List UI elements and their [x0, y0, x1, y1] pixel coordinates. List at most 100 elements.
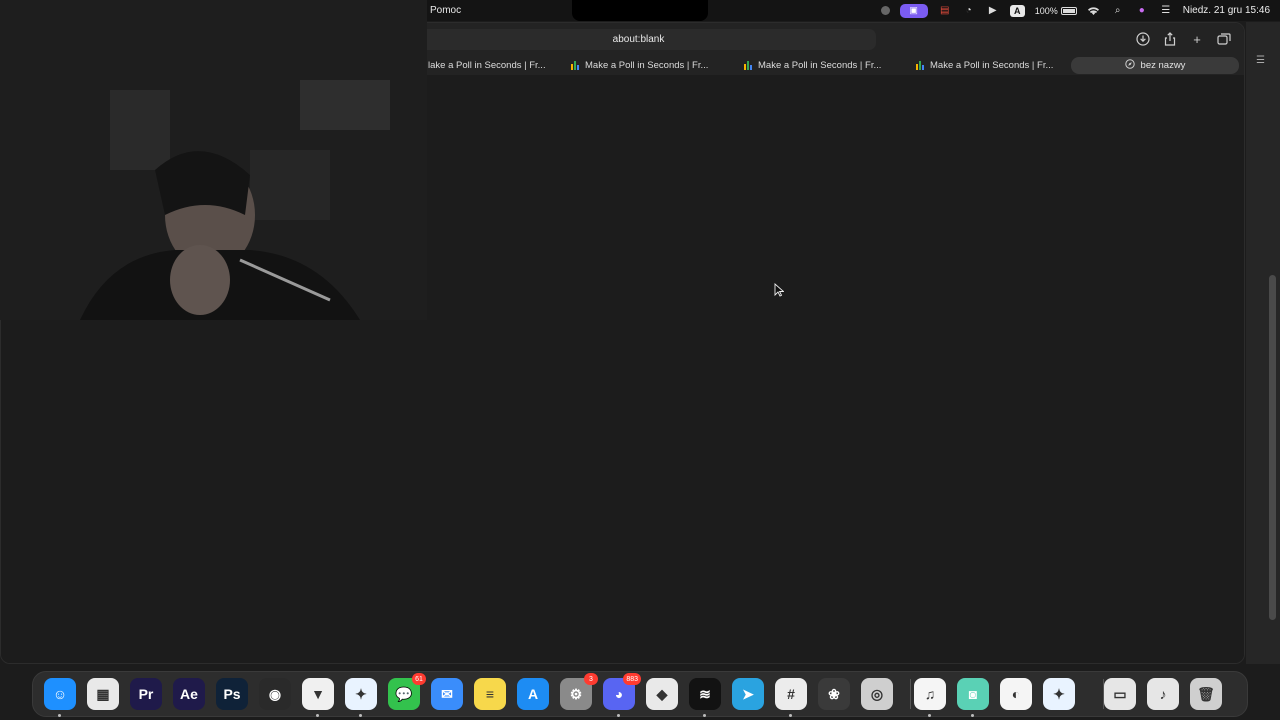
compass-icon: [1124, 59, 1135, 72]
tab-label: Make a Poll in Seconds | Fr...: [585, 60, 709, 71]
tab-poll-4[interactable]: Make a Poll in Seconds | Fr...: [916, 57, 1053, 74]
dock-app-launchpad-icon[interactable]: ▦: [87, 678, 119, 710]
dock-separator: [910, 679, 911, 709]
dock-app-glyph: ◕: [614, 686, 624, 702]
share-icon[interactable]: [1162, 31, 1178, 47]
dock-app-glyph: ◐: [1011, 686, 1021, 702]
dock-app-glyph: Ps: [223, 686, 241, 702]
new-tab-icon[interactable]: +: [1189, 31, 1205, 47]
dock-app-system-settings-icon[interactable]: ⚙ 3: [560, 673, 598, 710]
dock-app-finder-icon[interactable]: ☺: [44, 678, 76, 717]
dock-app-fl-studio-icon[interactable]: ❀: [818, 678, 850, 710]
scrollbar-thumb[interactable]: [1269, 275, 1276, 620]
tab-label: Make a Poll in Seconds | Fr...: [758, 60, 882, 71]
dock-app-after-effects-icon[interactable]: Ae: [173, 678, 205, 710]
dock-app-slack-icon[interactable]: #: [775, 678, 807, 717]
dock-app-safari-2-icon[interactable]: ✦: [1043, 678, 1075, 710]
dock-app-notes-icon[interactable]: ≡: [474, 678, 506, 710]
search-icon[interactable]: ⌕: [1111, 5, 1125, 17]
dock-app-documents-icon[interactable]: ▭: [1104, 678, 1136, 710]
address-text: about:blank: [612, 34, 665, 45]
dock-app-premiere-icon[interactable]: Pr: [130, 678, 162, 710]
dock-app-glyph: ➤: [742, 685, 754, 702]
dock-app-glyph: ♫: [924, 686, 936, 702]
notification-badge: 61: [412, 673, 426, 685]
menu-item-help[interactable]: Pomoc: [430, 5, 461, 16]
webcam-overlay: [0, 0, 427, 320]
dock-app-glyph: ♪: [1159, 686, 1167, 702]
wifi-icon[interactable]: [1087, 5, 1101, 17]
menu-lines-icon[interactable]: ☰: [1256, 55, 1265, 66]
dock-app-glyph: ◎: [870, 685, 884, 702]
dock-app-blender-icon[interactable]: ◉: [259, 678, 291, 710]
dock-app-quick-share-icon[interactable]: ◐: [1000, 678, 1032, 710]
screen-mirroring-icon[interactable]: ▣: [899, 3, 928, 18]
running-indicator: [703, 714, 706, 717]
dock-app-safari-icon[interactable]: ✦: [345, 678, 377, 717]
dock-app-telegram-icon[interactable]: ➤: [732, 678, 764, 710]
tab-label: Make a Poll in Seconds | Fr...: [930, 60, 1054, 71]
input-source-icon[interactable]: A: [1009, 4, 1025, 17]
siri-icon[interactable]: ●: [1135, 5, 1149, 17]
downloads-icon[interactable]: [1135, 31, 1151, 47]
dock-app-glyph: 🗑: [1197, 685, 1215, 702]
dock-app-glyph: ◆: [656, 685, 668, 702]
running-indicator: [789, 714, 792, 717]
camera-notch: [572, 0, 708, 21]
dock-app-discord-icon[interactable]: ◕ 883: [603, 673, 641, 717]
calendar-app-icon[interactable]: ▤: [938, 5, 952, 17]
tab-poll-2[interactable]: Make a Poll in Seconds | Fr...: [571, 57, 708, 74]
tab-active-bez-nazwy[interactable]: bez nazwy: [1071, 57, 1239, 74]
dock-app-glyph: Ae: [180, 686, 198, 702]
dock-app-chatgpt-app-icon[interactable]: ◙: [957, 678, 989, 717]
dock-app-glyph: 💬: [395, 685, 413, 702]
dock-app-music-icon[interactable]: ♫: [914, 678, 946, 717]
battery-indicator[interactable]: 100%: [1035, 6, 1077, 16]
dock-app-music-file-icon[interactable]: ♪: [1147, 678, 1179, 710]
tab-label: bez nazwy: [1140, 60, 1186, 71]
running-indicator: [617, 714, 620, 717]
dock-app-glyph: ✦: [355, 685, 367, 702]
battery-icon: [1060, 6, 1077, 15]
dock-app-compressor-icon[interactable]: ◎: [861, 678, 893, 710]
status-area: ▣ ▤ ◔ ▶ A 100% ⌕ ● ☰ Niedz. 21 gru 15:46: [880, 0, 1270, 21]
dock-app-photoshop-icon[interactable]: Ps: [216, 678, 248, 710]
tab-label: lake a Poll in Seconds | Fr...: [428, 60, 546, 71]
mouse-cursor-icon: [774, 283, 784, 297]
address-bar[interactable]: about:blank: [401, 29, 876, 50]
dock-app-glyph: ◉: [268, 685, 282, 702]
dock-app-app-store-icon[interactable]: A: [517, 678, 549, 710]
dock-app-brave-icon[interactable]: ▼: [302, 678, 334, 717]
dock-app-trash-icon[interactable]: 🗑: [1190, 678, 1222, 710]
battery-percent: 100%: [1034, 5, 1058, 16]
running-indicator: [316, 714, 319, 717]
clock[interactable]: Niedz. 21 gru 15:46: [1183, 5, 1270, 16]
dock-separator: [1103, 679, 1104, 709]
dock-app-glyph: ▼: [311, 686, 325, 702]
desktop: Pomoc ▣ ▤ ◔ ▶ A 100% ⌕ ● ☰ Niedz. 21 gru…: [0, 0, 1280, 720]
play-icon[interactable]: ▶: [986, 5, 1000, 17]
recording-dot-icon[interactable]: [880, 6, 890, 15]
dock-app-spotify-icon[interactable]: ≋: [689, 678, 721, 717]
dock-app-glyph: ⚙: [569, 685, 583, 702]
webcam-person-image: [0, 0, 427, 320]
speedometer-icon[interactable]: ◔: [962, 5, 976, 17]
dock-app-glyph: ▭: [1113, 685, 1127, 702]
dock-app-glyph: ✉: [441, 685, 453, 702]
notification-badge: 3: [584, 673, 598, 685]
running-indicator: [928, 714, 931, 717]
notification-badge: 883: [623, 673, 641, 685]
tab-poll-1[interactable]: lake a Poll in Seconds | Fr...: [428, 57, 546, 74]
tab-poll-3[interactable]: Make a Poll in Seconds | Fr...: [744, 57, 881, 74]
tab-overview-icon[interactable]: [1216, 31, 1232, 47]
dock-app-glyph: ≋: [699, 685, 711, 702]
dock-app-roblox-icon[interactable]: ◆: [646, 678, 678, 710]
dock-app-mail-icon[interactable]: ✉: [431, 678, 463, 710]
dock-app-glyph: ≡: [485, 686, 495, 702]
dock-app-glyph: ◙: [968, 686, 978, 702]
running-indicator: [359, 714, 362, 717]
dock-app-messages-icon[interactable]: 💬 61: [388, 673, 426, 710]
dock-app-glyph: ▦: [96, 685, 110, 702]
control-center-icon[interactable]: ☰: [1159, 5, 1173, 17]
dock-app-glyph: A: [527, 686, 539, 702]
